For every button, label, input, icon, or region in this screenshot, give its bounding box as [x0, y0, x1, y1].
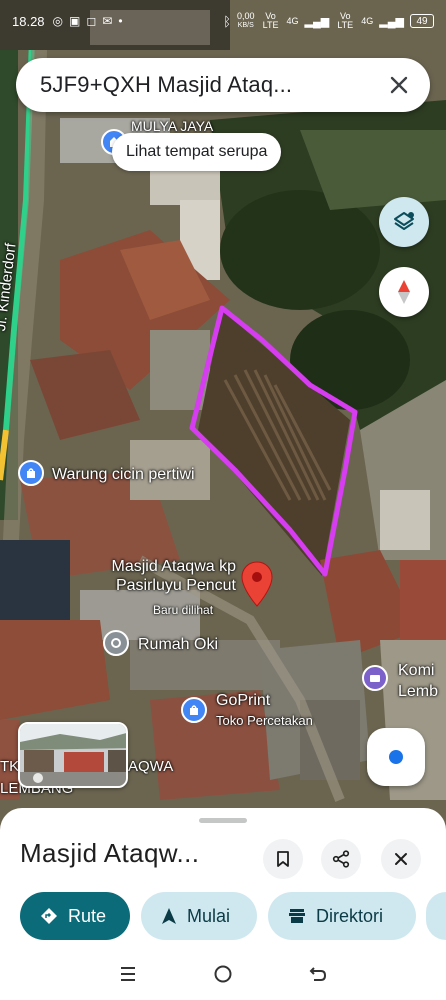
bluetooth-icon: ᛒ	[223, 13, 231, 29]
share-button[interactable]	[321, 839, 361, 879]
my-location-button[interactable]	[367, 728, 425, 786]
close-sheet-button[interactable]	[381, 839, 421, 879]
street-view-image	[20, 724, 126, 786]
home-button[interactable]	[208, 959, 238, 989]
office-pin-icon[interactable]	[362, 665, 388, 691]
battery-level: 49	[416, 15, 428, 27]
status-icons: ᛒ 0,00 KB/S Vo LTE 4G ▂▄▆ Vo LTE 4G ▂▄▆ …	[223, 12, 434, 30]
map-label-masjid[interactable]: Masjid Ataqwa kp Pasirluyu Pencut	[78, 557, 236, 595]
mail-notification-icon: ✉	[102, 14, 113, 28]
sim2-network: 4G	[361, 16, 374, 26]
battery-icon: 49	[410, 14, 434, 28]
menu-icon	[120, 967, 135, 981]
start-label: Mulai	[187, 905, 231, 926]
place-title: Masjid Ataqw...	[20, 838, 200, 868]
start-button[interactable]: Mulai	[141, 892, 257, 940]
komi-label-line2: Lemb	[398, 683, 439, 700]
directory-button[interactable]: Direktori	[268, 892, 416, 940]
map-label-komi[interactable]: Komi Lemb	[398, 660, 438, 702]
location-dot-icon	[389, 750, 403, 764]
route-button[interactable]: Rute	[20, 892, 130, 940]
shop-pin-icon[interactable]	[181, 697, 207, 723]
store-icon	[289, 909, 305, 923]
sim1-label: Vo LTE	[262, 11, 279, 30]
selected-place-pin-icon[interactable]	[241, 561, 273, 607]
maps-notification-icon: ◎	[52, 14, 64, 28]
directions-icon	[41, 908, 57, 924]
net-speed-unit: KB/S	[237, 22, 254, 29]
close-icon[interactable]	[384, 70, 414, 100]
home-circle-icon	[214, 965, 232, 983]
map-label-warung[interactable]: Warung cicin pertiwi	[52, 466, 195, 484]
shopping-pin-icon[interactable]	[18, 460, 44, 486]
compass-button[interactable]	[379, 267, 429, 317]
compass-icon	[398, 280, 410, 304]
masjid-label-line1: Masjid Ataqwa kp	[111, 558, 236, 575]
similar-places-tooltip[interactable]: Lihat tempat serupa	[112, 133, 282, 171]
clock: 18.28	[12, 13, 45, 29]
recently-viewed-label: Baru dilihat	[153, 603, 214, 617]
komi-label-line1: Komi	[398, 662, 435, 679]
recent-apps-button[interactable]	[113, 959, 143, 989]
masjid-label-line2: Pasirluyu Pencut	[115, 577, 236, 594]
status-bar: 18.28 ◎ ▣ ◻ ✉ • ᛒ 0,00 KB/S Vo LTE 4G ▂▄…	[0, 0, 446, 42]
save-button[interactable]	[263, 839, 303, 879]
sim1-network: 4G	[286, 16, 299, 26]
map-label-goprint[interactable]: GoPrint	[216, 692, 270, 710]
back-icon	[309, 967, 327, 981]
map-label-mulya-jaya[interactable]: MULYA JAYA	[131, 118, 213, 134]
signal-icon: ▂▄▆	[304, 15, 330, 28]
map-label-tk: TK	[0, 758, 20, 775]
street-view-thumbnail[interactable]	[18, 722, 128, 788]
search-bar[interactable]: 5JF9+QXH Masjid Ataq...	[16, 58, 430, 112]
directory-label: Direktori	[316, 905, 384, 926]
drag-handle[interactable]	[199, 818, 247, 823]
home-pin-icon[interactable]	[103, 630, 129, 656]
share-icon	[332, 850, 350, 868]
message-notification-icon: ▣	[69, 14, 81, 28]
signal-icon-2: ▂▄▆	[379, 15, 404, 28]
dot-icon: •	[118, 14, 123, 28]
notification-icons: ◎ ▣ ◻ ✉ •	[53, 14, 123, 28]
map-label-aqwa: AQWA	[128, 758, 174, 775]
system-nav-bar	[0, 948, 446, 1000]
bookmark-icon	[277, 851, 289, 867]
net-speed-value: 0,00	[237, 11, 255, 21]
search-query[interactable]: 5JF9+QXH Masjid Ataq...	[40, 72, 384, 98]
route-label: Rute	[68, 905, 107, 926]
net-speed: 0,00 KB/S	[237, 12, 255, 30]
navigation-arrow-icon	[162, 908, 176, 924]
layers-button[interactable]	[379, 197, 429, 247]
sim2-label: Vo LTE	[337, 11, 354, 30]
layers-icon	[394, 212, 414, 230]
goprint-category-label: Toko Percetakan	[216, 713, 313, 728]
instagram-notification-icon: ◻	[86, 14, 97, 28]
map-label-rumah-oki[interactable]: Rumah Oki	[138, 636, 218, 654]
close-icon	[395, 853, 407, 865]
back-button[interactable]	[303, 959, 333, 989]
